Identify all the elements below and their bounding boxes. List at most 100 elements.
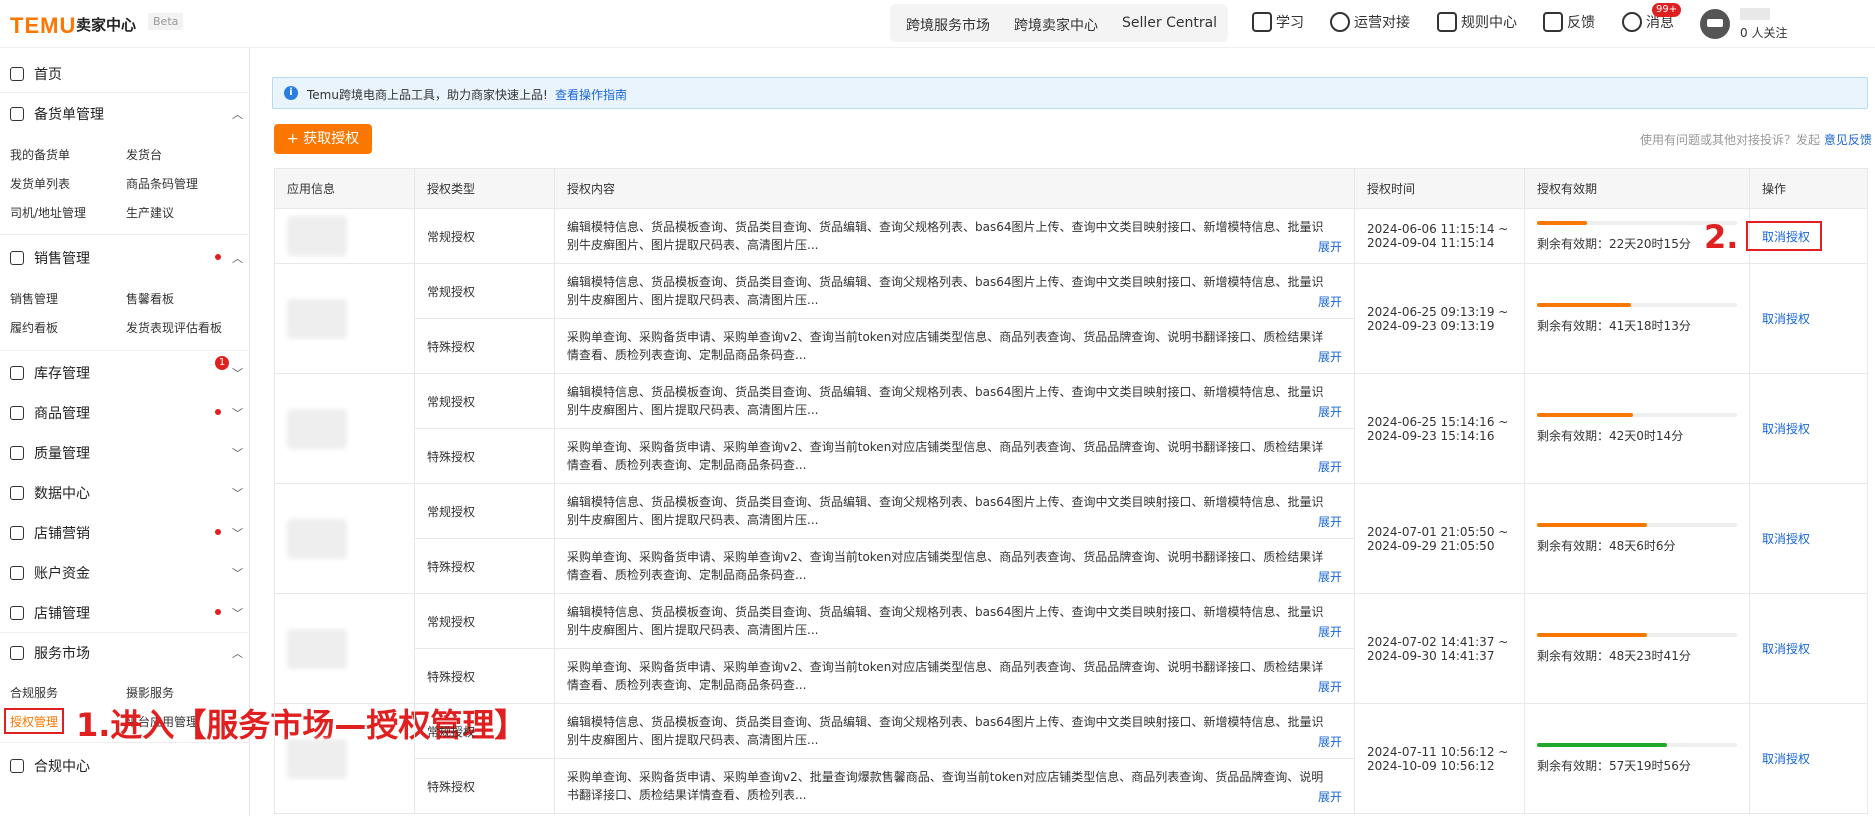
message-count-badge: 99+ — [1652, 3, 1682, 17]
seller-center-title: 卖家中心 — [76, 16, 137, 34]
auth-table: 应用信息 授权类型 授权内容 授权时间 授权有效期 操作 常规授权 编辑模特信息、… — [274, 168, 1868, 814]
auth-content-text: 编辑模特信息、货品模板查询、货品类目查询、货品编辑、查询父规格列表、bas64图… — [567, 495, 1324, 527]
app-info-cell — [274, 373, 415, 484]
expand-link[interactable]: 展开 — [1313, 403, 1342, 421]
sidebar-item-service-market[interactable]: 服务市场 — [10, 643, 90, 663]
feedback-button[interactable]: 反馈 — [1543, 12, 1595, 32]
learn-button[interactable]: 学习 — [1252, 12, 1304, 32]
expand-link[interactable]: 展开 — [1313, 513, 1342, 531]
expand-link[interactable]: 展开 — [1313, 733, 1342, 751]
auth-type-cell: 常规授权 — [414, 483, 555, 539]
chevron-up-icon[interactable]: ︿ — [232, 106, 243, 122]
remaining-value: 57天19时56分 — [1609, 759, 1691, 773]
cancel-auth-button[interactable]: 取消授权 — [1762, 532, 1810, 546]
chevron-down-icon[interactable]: ﹀ — [232, 365, 243, 381]
validity-progress-fill — [1537, 633, 1647, 637]
expand-link[interactable]: 展开 — [1313, 678, 1342, 696]
bell-icon — [1622, 12, 1642, 32]
auth-content-cell: 编辑模特信息、货品模板查询、货品类目查询、货品编辑、查询父规格列表、bas64图… — [554, 263, 1355, 319]
sidebar-sub-shipping-list[interactable]: 发货单列表 — [10, 175, 70, 192]
guide-link[interactable]: 查看操作指南 — [555, 86, 627, 103]
user-name-blurred — [1740, 8, 1770, 20]
temu-logo[interactable]: TEMU — [10, 13, 76, 39]
sidebar-item-inventory[interactable]: 库存管理 — [10, 363, 90, 383]
cancel-auth-highlight-box — [1746, 221, 1822, 251]
avatar[interactable] — [1700, 9, 1730, 39]
sidebar-sub-compliance-service[interactable]: 合规服务 — [10, 684, 58, 701]
sidebar-item-data-center[interactable]: 数据中心 — [10, 483, 90, 503]
sidebar-item-quality[interactable]: 质量管理 — [10, 443, 90, 463]
app-logo-blurred — [287, 738, 347, 779]
expand-link[interactable]: 展开 — [1313, 623, 1342, 641]
validity-cell: 剩余有效期：41天18时13分 — [1524, 263, 1750, 374]
sidebar-sub-shipping-desk[interactable]: 发货台 — [126, 146, 162, 163]
sidebar-sub-sellout-board[interactable]: 售馨看板 — [126, 290, 174, 307]
app-logo-blurred — [287, 628, 347, 669]
app-logo-blurred — [287, 216, 347, 256]
auth-start-time: 2024-06-25 09:13:19 ~ — [1367, 304, 1509, 319]
sidebar-item-shop-marketing[interactable]: 店铺营销 — [10, 523, 90, 543]
feedback-link[interactable]: 意见反馈 — [1824, 133, 1872, 147]
expand-link[interactable]: 展开 — [1313, 348, 1342, 366]
auth-content-cell: 编辑模特信息、货品模板查询、货品类目查询、货品编辑、查询父规格列表、bas64图… — [554, 593, 1355, 649]
auth-content-cell: 采购单查询、采购备货申请、采购单查询v2、查询当前token对应店铺类型信息、商… — [554, 318, 1355, 374]
expand-link[interactable]: 展开 — [1313, 238, 1342, 256]
sidebar-item-stock-orders[interactable]: 备货单管理 — [10, 104, 104, 124]
auth-time-cell: 2024-06-25 15:14:16 ~2024-09-23 15:14:16 — [1354, 373, 1525, 484]
sidebar-item-compliance-center[interactable]: 合规中心 — [10, 756, 90, 776]
auth-time-cell: 2024-07-11 10:56:12 ~2024-10-09 10:56:12 — [1354, 703, 1525, 814]
remaining-label: 剩余有效期： — [1537, 236, 1610, 251]
shop-red-dot — [215, 609, 221, 615]
cancel-auth-button[interactable]: 取消授权 — [1762, 312, 1810, 326]
chevron-down-icon[interactable]: ﹀ — [232, 565, 243, 581]
sidebar-item-account-funds[interactable]: 账户资金 — [10, 563, 90, 583]
sidebar-item-product[interactable]: 商品管理 — [10, 403, 90, 423]
sidebar-sub-driver-address[interactable]: 司机/地址管理 — [10, 204, 86, 221]
col-auth-time: 授权时间 — [1354, 168, 1525, 209]
sidebar-sub-barcode-mgmt[interactable]: 商品条码管理 — [126, 175, 198, 192]
nav-cross-border-service-market[interactable]: 跨境服务市场 — [906, 15, 990, 35]
chevron-up-icon[interactable]: ︿ — [232, 645, 243, 661]
top-nav: 跨境服务市场 跨境卖家中心 Seller Central — [890, 4, 1228, 42]
expand-link[interactable]: 展开 — [1313, 458, 1342, 476]
auth-type-cell: 特殊授权 — [414, 428, 555, 484]
table-row: 常规授权 编辑模特信息、货品模板查询、货品类目查询、货品编辑、查询父规格列表、ba… — [274, 208, 1868, 264]
auth-content-cell: 采购单查询、采购备货申请、采购单查询v2、查询当前token对应店铺类型信息、商… — [554, 538, 1355, 594]
remaining-value: 41天18时13分 — [1609, 319, 1691, 333]
sidebar-item-shop-mgmt[interactable]: 店铺管理 — [10, 603, 90, 623]
expand-link[interactable]: 展开 — [1313, 568, 1342, 586]
remaining-value: 22天20时15分 — [1609, 236, 1691, 251]
sidebar-sub-fulfillment-board[interactable]: 履约看板 — [10, 319, 58, 336]
ops-contact-button[interactable]: 运营对接 — [1330, 12, 1410, 32]
sidebar-item-sales[interactable]: 销售管理 — [10, 248, 90, 268]
chevron-down-icon[interactable]: ﹀ — [232, 405, 243, 421]
rules-center-button[interactable]: 规则中心 — [1437, 12, 1517, 32]
chevron-down-icon[interactable]: ﹀ — [232, 485, 243, 501]
auth-type-cell: 特殊授权 — [414, 648, 555, 704]
validity-progress-bar — [1537, 633, 1737, 637]
app-info-cell — [274, 703, 415, 814]
sidebar-sub-production-advice[interactable]: 生产建议 — [126, 204, 174, 221]
nav-seller-central[interactable]: Seller Central — [1122, 15, 1217, 31]
sidebar-item-home[interactable]: 首页 — [10, 64, 62, 84]
get-auth-button[interactable]: + 获取授权 — [274, 124, 372, 154]
sidebar-sub-photo-service[interactable]: 摄影服务 — [126, 684, 174, 701]
chevron-up-icon[interactable]: ︿ — [232, 250, 243, 266]
validity-progress-fill — [1537, 220, 1587, 225]
chevron-down-icon[interactable]: ﹀ — [232, 525, 243, 541]
sidebar-sub-sales-mgmt[interactable]: 销售管理 — [10, 290, 58, 307]
table-row: 常规授权 编辑模特信息、货品模板查询、货品类目查询、货品编辑、查询父规格列表、ba… — [274, 373, 1868, 484]
chevron-down-icon[interactable]: ﹀ — [232, 445, 243, 461]
feedback-hint: 使用有问题或其他对接投诉？发起 意见反馈 — [1640, 133, 1872, 147]
sidebar-sub-shipping-eval-board[interactable]: 发货表现评估看板 — [126, 319, 222, 336]
validity-progress-fill — [1537, 743, 1667, 747]
nav-cross-border-seller-center[interactable]: 跨境卖家中心 — [1014, 15, 1098, 35]
cancel-auth-button[interactable]: 取消授权 — [1762, 642, 1810, 656]
sidebar-sub-my-stock-orders[interactable]: 我的备货单 — [10, 146, 70, 163]
app-logo-blurred — [287, 518, 347, 559]
cancel-auth-button[interactable]: 取消授权 — [1762, 422, 1810, 436]
expand-link[interactable]: 展开 — [1313, 293, 1342, 311]
cancel-auth-button[interactable]: 取消授权 — [1762, 752, 1810, 766]
expand-link[interactable]: 展开 — [1313, 788, 1342, 806]
chevron-down-icon[interactable]: ﹀ — [232, 605, 243, 621]
